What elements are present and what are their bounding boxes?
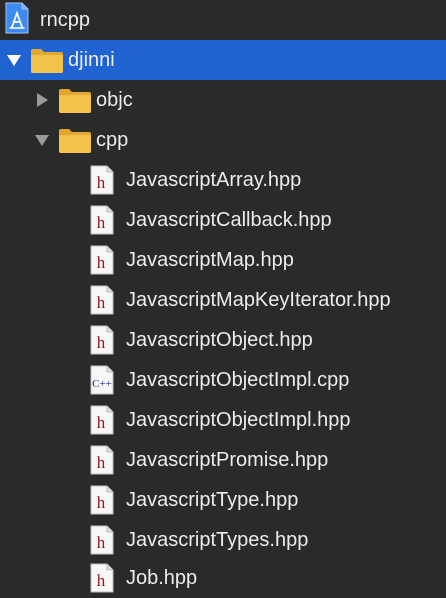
folder-icon <box>31 49 63 73</box>
file-row[interactable]: h JavascriptMapKeyIterator.hpp <box>0 280 446 320</box>
svg-text:h: h <box>97 213 106 232</box>
project-name: rncpp <box>40 9 91 31</box>
header-file-icon: h <box>90 205 114 235</box>
file-name: JavascriptMap.hpp <box>126 249 294 271</box>
file-name: JavascriptObject.hpp <box>126 329 313 351</box>
svg-text:h: h <box>97 253 106 272</box>
file-name: JavascriptPromise.hpp <box>126 449 329 471</box>
file-row[interactable]: h JavascriptCallback.hpp <box>0 200 446 240</box>
file-name: JavascriptType.hpp <box>126 489 299 511</box>
file-row[interactable]: h JavascriptPromise.hpp <box>0 440 446 480</box>
file-row[interactable]: C++ JavascriptObjectImpl.cpp <box>0 360 446 400</box>
disclosure-expanded-icon[interactable] <box>34 132 50 148</box>
file-row[interactable]: h JavascriptObject.hpp <box>0 320 446 360</box>
group-cpp[interactable]: cpp <box>0 120 446 160</box>
header-file-icon: h <box>90 285 114 315</box>
disclosure-collapsed-icon[interactable] <box>34 92 50 108</box>
header-file-icon: h <box>90 445 114 475</box>
file-name: JavascriptArray.hpp <box>126 169 302 191</box>
file-row[interactable]: h JavascriptArray.hpp <box>0 160 446 200</box>
file-name: JavascriptTypes.hpp <box>126 529 309 551</box>
disclosure-expanded-icon[interactable] <box>6 52 22 68</box>
svg-text:h: h <box>97 413 106 432</box>
file-name: JavascriptCallback.hpp <box>126 209 332 231</box>
group-djinni[interactable]: djinni <box>0 40 446 80</box>
project-row[interactable]: rncpp <box>0 0 446 40</box>
file-row[interactable]: h Job.hpp <box>0 558 446 598</box>
svg-text:C++: C++ <box>92 378 112 390</box>
file-row[interactable]: h JavascriptObjectImpl.hpp <box>0 400 446 440</box>
project-navigator: rncpp djinni objc cpp h JavascriptArray.… <box>0 0 446 598</box>
folder-icon <box>59 89 91 113</box>
header-file-icon: h <box>90 485 114 515</box>
header-file-icon: h <box>90 245 114 275</box>
file-name: JavascriptObjectImpl.hpp <box>126 409 351 431</box>
file-name: JavascriptObjectImpl.cpp <box>126 369 350 391</box>
svg-text:h: h <box>97 571 106 590</box>
group-objc[interactable]: objc <box>0 80 446 120</box>
folder-icon <box>59 129 91 153</box>
group-label-cpp: cpp <box>96 129 129 151</box>
header-file-icon: h <box>90 165 114 195</box>
header-file-icon: h <box>90 525 114 555</box>
file-row[interactable]: h JavascriptMap.hpp <box>0 240 446 280</box>
file-name: JavascriptMapKeyIterator.hpp <box>126 289 391 311</box>
svg-text:h: h <box>97 333 106 352</box>
group-label-djinni: djinni <box>68 49 115 71</box>
file-row[interactable]: h JavascriptType.hpp <box>0 480 446 520</box>
file-name: Job.hpp <box>126 567 198 589</box>
header-file-icon: h <box>90 325 114 355</box>
header-file-icon: h <box>90 405 114 435</box>
svg-text:h: h <box>97 173 106 192</box>
xcode-project-icon <box>5 2 29 34</box>
cpp-file-icon: C++ <box>90 365 114 395</box>
svg-text:h: h <box>97 293 106 312</box>
file-row[interactable]: h JavascriptTypes.hpp <box>0 520 446 560</box>
group-label-objc: objc <box>96 89 133 111</box>
svg-text:h: h <box>97 533 106 552</box>
header-file-icon: h <box>90 563 114 593</box>
svg-text:h: h <box>97 453 106 472</box>
svg-text:h: h <box>97 493 106 512</box>
